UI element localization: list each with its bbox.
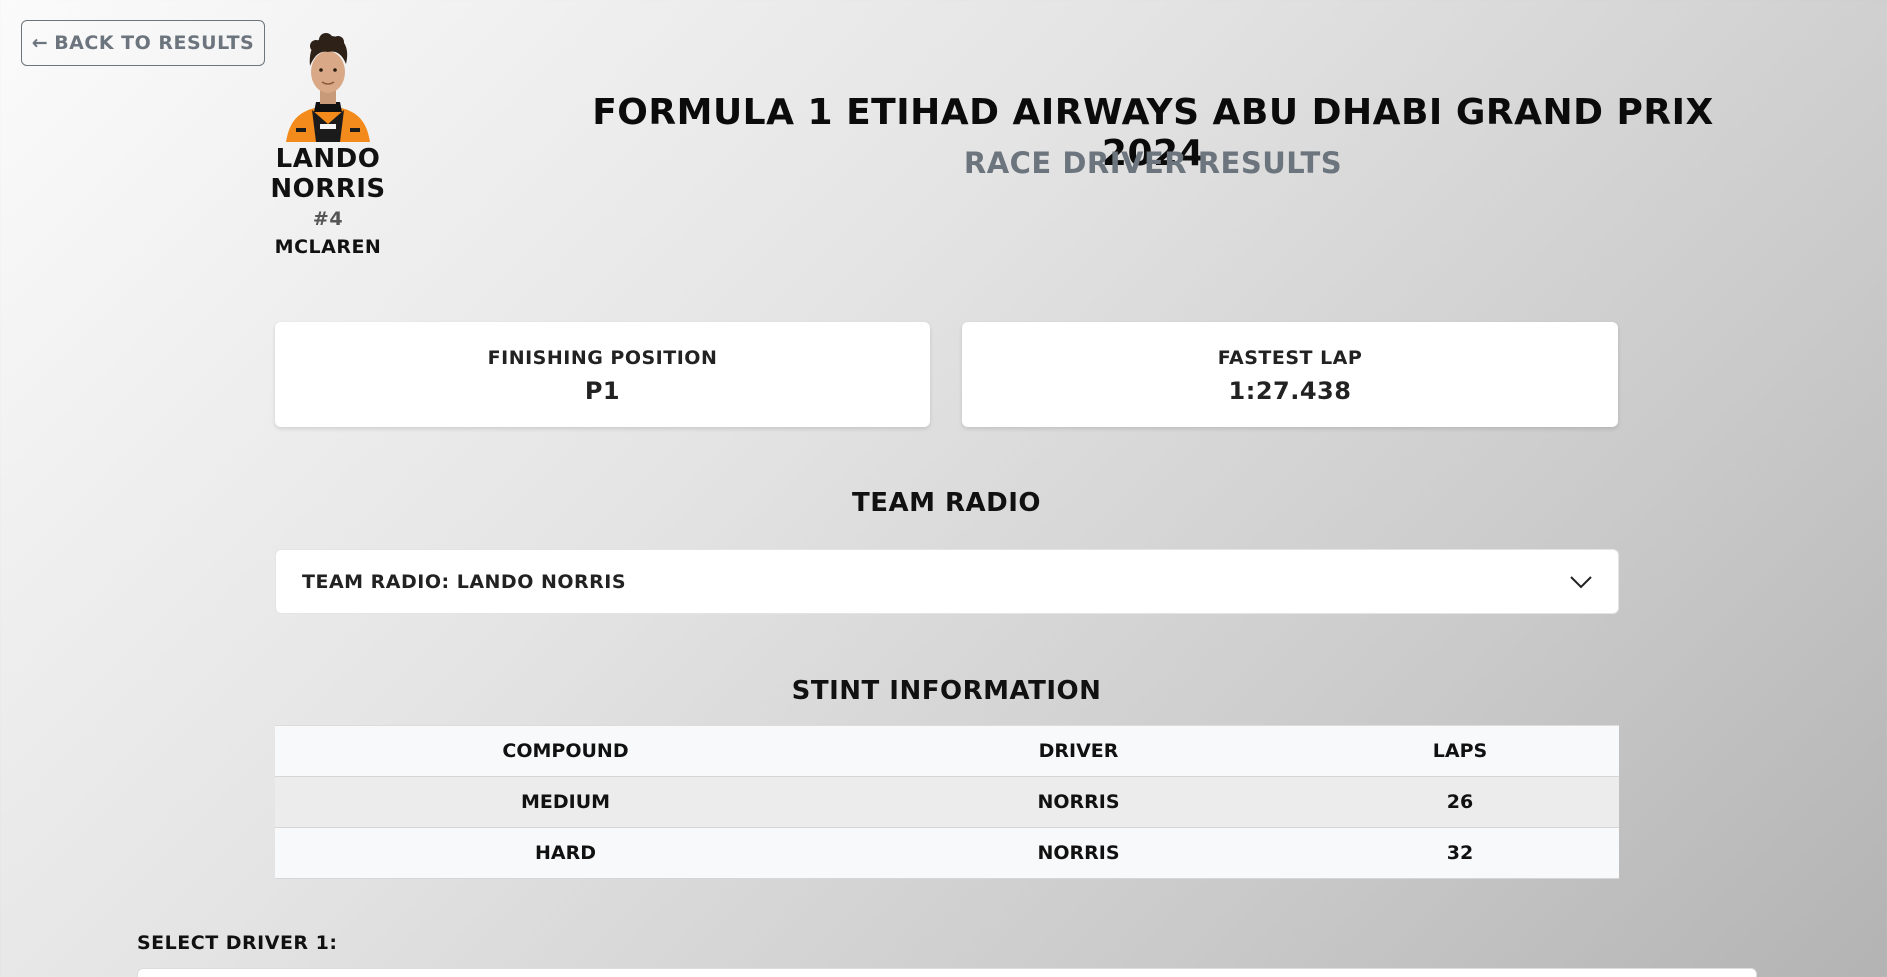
team-radio-accordion[interactable]: Team Radio: Lando Norris (275, 549, 1619, 614)
driver-number: #4 (312, 208, 344, 230)
driver-card: Lando Norris #4 McLaren (218, 24, 438, 258)
cell-driver: Norris (856, 776, 1301, 828)
chevron-down-icon[interactable] (1570, 575, 1592, 589)
column-header-compound: Compound (275, 725, 856, 777)
driver-team: McLaren (274, 236, 382, 258)
team-radio-accordion-label: Team Radio: Lando Norris (302, 570, 627, 593)
fastest-lap-value: 1:27.438 (1228, 377, 1352, 405)
stint-table: Compound Driver Laps Medium Norris 26 Ha… (275, 725, 1619, 879)
cell-compound: Hard (275, 827, 856, 879)
fastest-lap-label: Fastest Lap (1217, 347, 1363, 369)
arrow-left-icon: ← (31, 32, 49, 54)
finishing-position-value: P1 (584, 377, 621, 405)
cell-driver: Norris (856, 827, 1301, 879)
cell-laps: 26 (1301, 776, 1619, 828)
select-driver-1-label: Select Driver 1: (137, 932, 338, 954)
finishing-position-label: Finishing Position (487, 347, 718, 369)
driver-avatar (282, 24, 374, 142)
cell-compound: Medium (275, 776, 856, 828)
column-header-laps: Laps (1301, 725, 1619, 777)
stint-information-heading: Stint Information (791, 676, 1102, 706)
cell-laps: 32 (1301, 827, 1619, 879)
column-header-driver: Driver (856, 725, 1301, 777)
table-header-row: Compound Driver Laps (275, 725, 1619, 777)
driver-name: Lando Norris (270, 144, 386, 204)
select-driver-1-dropdown[interactable] (137, 968, 1757, 977)
team-radio-heading: Team Radio (851, 488, 1042, 518)
page-subtitle: Race Driver Results (963, 146, 1343, 180)
table-row: Hard Norris 32 (275, 827, 1619, 879)
table-row: Medium Norris 26 (275, 776, 1619, 828)
finishing-position-card: Finishing Position P1 (275, 322, 930, 427)
fastest-lap-card: Fastest Lap 1:27.438 (962, 322, 1618, 427)
